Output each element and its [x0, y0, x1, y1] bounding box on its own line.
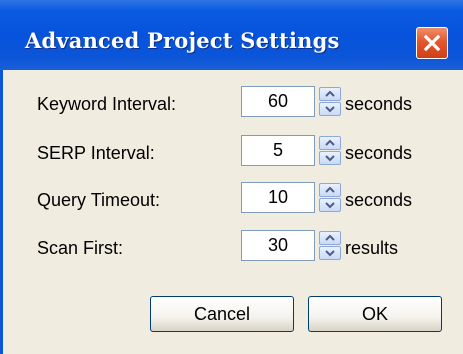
keyword-interval-label: Keyword Interval:: [37, 94, 177, 114]
scan-first-up-button[interactable]: [319, 231, 341, 245]
title-bar[interactable]: Advanced Project Settings: [0, 0, 463, 70]
scan-first-field[interactable]: 30: [241, 230, 315, 261]
query-timeout-up-button[interactable]: [319, 183, 341, 197]
keyword-interval-field[interactable]: 60: [241, 86, 315, 117]
close-icon: [423, 34, 441, 52]
chevron-up-icon: [325, 186, 335, 193]
keyword-interval-up-button[interactable]: [319, 87, 341, 101]
chevron-down-icon: [325, 250, 335, 257]
ok-button[interactable]: OK: [308, 296, 442, 332]
chevron-up-icon: [325, 234, 335, 241]
query-timeout-field[interactable]: 10: [241, 182, 315, 213]
chevron-down-icon: [325, 155, 335, 162]
advanced-project-settings-dialog: Advanced Project Settings Keyword Interv…: [0, 0, 463, 354]
serp-interval-unit: seconds: [345, 143, 413, 163]
scan-first-label: Scan First:: [37, 238, 124, 258]
serp-interval-down-button[interactable]: [319, 151, 341, 165]
query-timeout-down-button[interactable]: [319, 198, 341, 212]
chevron-down-icon: [325, 202, 335, 209]
serp-interval-spinner[interactable]: [319, 136, 341, 165]
window-title: Advanced Project Settings: [25, 28, 340, 53]
scan-first-unit: results: [345, 238, 399, 258]
query-timeout-spinner[interactable]: [319, 183, 341, 212]
keyword-interval-spinner[interactable]: [319, 87, 341, 116]
scan-first-spinner[interactable]: [319, 231, 341, 260]
chevron-up-icon: [325, 139, 335, 146]
close-button[interactable]: [416, 27, 448, 59]
query-timeout-label: Query Timeout:: [37, 190, 161, 210]
keyword-interval-down-button[interactable]: [319, 102, 341, 116]
chevron-up-icon: [325, 90, 335, 97]
cancel-button[interactable]: Cancel: [150, 296, 294, 332]
chevron-down-icon: [325, 106, 335, 113]
serp-interval-label: SERP Interval:: [37, 143, 155, 163]
serp-interval-up-button[interactable]: [319, 136, 341, 150]
keyword-interval-unit: seconds: [345, 94, 413, 114]
scan-first-down-button[interactable]: [319, 246, 341, 260]
query-timeout-unit: seconds: [345, 190, 413, 210]
serp-interval-field[interactable]: 5: [241, 135, 315, 166]
